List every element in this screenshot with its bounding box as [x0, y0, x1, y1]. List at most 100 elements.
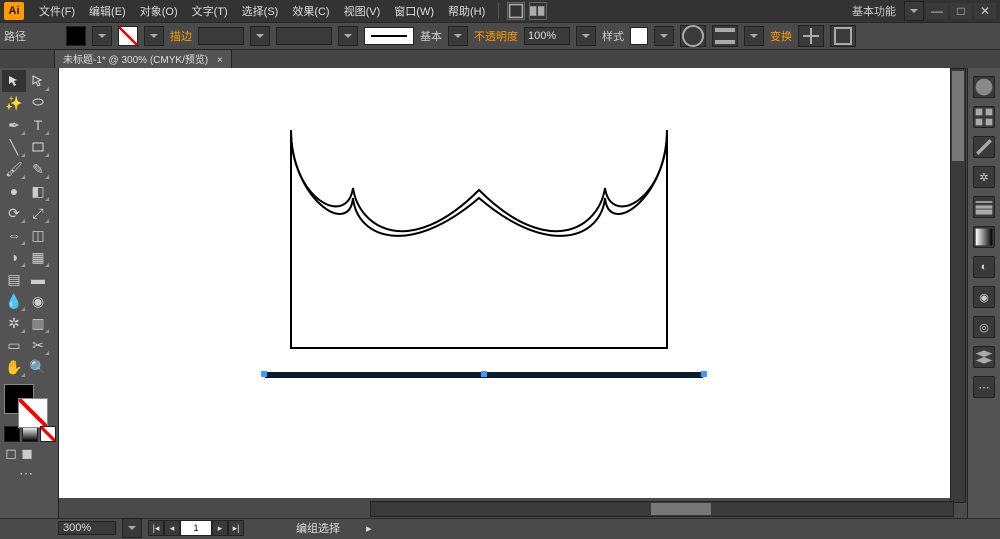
- canvas-area[interactable]: [59, 68, 967, 519]
- panel-graphic-styles-icon[interactable]: ◎: [973, 316, 995, 338]
- brush-dropdown-icon[interactable]: [448, 26, 468, 46]
- zoom-dropdown-icon[interactable]: [122, 518, 142, 538]
- first-artboard-button[interactable]: |◂: [148, 520, 164, 536]
- panel-transparency-icon[interactable]: ◐: [973, 256, 995, 278]
- artboard[interactable]: [59, 68, 959, 498]
- menu-edit[interactable]: 编辑(E): [82, 0, 133, 22]
- direct-selection-tool[interactable]: [26, 70, 50, 92]
- panel-appearance-icon[interactable]: ◉: [973, 286, 995, 308]
- color-mode-solid[interactable]: [4, 426, 20, 442]
- window-close-button[interactable]: ✕: [974, 3, 996, 19]
- style-swatch[interactable]: [630, 27, 648, 45]
- graph-tool[interactable]: ▥: [26, 312, 50, 334]
- eraser-tool[interactable]: ◧: [26, 180, 50, 202]
- tab-close-icon[interactable]: ×: [217, 55, 223, 66]
- align-dropdown-icon[interactable]: [744, 26, 764, 46]
- zoom-input[interactable]: 300%: [58, 521, 116, 535]
- arrange-icon[interactable]: [529, 2, 547, 20]
- stroke-dropdown-icon[interactable]: [144, 26, 164, 46]
- opacity-input[interactable]: 100%: [524, 27, 570, 45]
- profile-dropdown-icon[interactable]: [338, 26, 358, 46]
- stroke-swatch[interactable]: [118, 26, 138, 46]
- artboard-tool[interactable]: ▭: [2, 334, 26, 356]
- width-tool[interactable]: ⇔: [2, 224, 26, 246]
- panel-more-icon[interactable]: ⋯: [973, 376, 995, 398]
- vertical-scroll-thumb[interactable]: [952, 71, 964, 161]
- panel-layers-icon[interactable]: [973, 346, 995, 368]
- panel-gradient-icon[interactable]: [973, 226, 995, 248]
- toolbox-options-icon[interactable]: ⋯: [2, 462, 50, 484]
- horizontal-scrollbar[interactable]: [370, 501, 954, 517]
- eyedropper-tool[interactable]: 💧: [2, 290, 26, 312]
- panel-swatches-icon[interactable]: [973, 106, 995, 128]
- menu-file[interactable]: 文件(F): [32, 0, 82, 22]
- workspace-switcher[interactable]: 基本功能: [844, 3, 904, 19]
- edit-clip-icon[interactable]: [830, 25, 856, 47]
- fill-stroke-picker[interactable]: [2, 382, 52, 424]
- fill-swatch[interactable]: [66, 26, 86, 46]
- stroke-weight-input[interactable]: [198, 27, 244, 45]
- screen-mode-normal[interactable]: ◻: [4, 446, 18, 460]
- perspective-tool[interactable]: ▦: [26, 246, 50, 268]
- selection-tool[interactable]: [2, 70, 26, 92]
- prev-artboard-button[interactable]: ◂: [164, 520, 180, 536]
- menu-effect[interactable]: 效果(C): [285, 0, 336, 22]
- pen-tool[interactable]: ✒: [2, 114, 26, 136]
- last-artboard-button[interactable]: ▸|: [228, 520, 244, 536]
- transform-label[interactable]: 变换: [770, 28, 792, 44]
- horizontal-scroll-thumb[interactable]: [651, 503, 711, 515]
- panel-stroke-icon[interactable]: [973, 196, 995, 218]
- free-transform-tool[interactable]: ◫: [26, 224, 50, 246]
- fill-dropdown-icon[interactable]: [92, 26, 112, 46]
- mesh-tool[interactable]: ▤: [2, 268, 26, 290]
- color-mode-gradient[interactable]: [22, 426, 38, 442]
- type-tool[interactable]: T: [26, 114, 50, 136]
- window-maximize-button[interactable]: □: [950, 3, 972, 19]
- next-artboard-button[interactable]: ▸: [212, 520, 228, 536]
- isolate-icon[interactable]: [798, 25, 824, 47]
- hand-tool[interactable]: ✋: [2, 356, 26, 378]
- menu-select[interactable]: 选择(S): [235, 0, 286, 22]
- gradient-tool[interactable]: ▬: [26, 268, 50, 290]
- status-dropdown-icon[interactable]: ▸: [366, 522, 372, 535]
- vertical-scrollbar[interactable]: [950, 68, 966, 503]
- panel-color-icon[interactable]: [973, 76, 995, 98]
- shape-builder-tool[interactable]: ◑: [2, 246, 26, 268]
- pencil-tool[interactable]: ✎: [26, 158, 50, 180]
- rectangle-tool[interactable]: [26, 136, 50, 158]
- opacity-label[interactable]: 不透明度: [474, 28, 518, 44]
- brush-preview[interactable]: [364, 27, 414, 45]
- profile-input[interactable]: [276, 27, 332, 45]
- symbol-sprayer-tool[interactable]: ✲: [2, 312, 26, 334]
- stroke-color-icon[interactable]: [18, 398, 48, 428]
- panel-symbols-icon[interactable]: ✲: [973, 166, 995, 188]
- menu-object[interactable]: 对象(O): [133, 0, 185, 22]
- brush-tool[interactable]: 🖌: [2, 158, 26, 180]
- align-icon[interactable]: [712, 25, 738, 47]
- blob-brush-tool[interactable]: ●: [2, 180, 26, 202]
- zoom-tool[interactable]: 🔍: [26, 356, 50, 378]
- opacity-dropdown-icon[interactable]: [576, 26, 596, 46]
- window-minimize-button[interactable]: —: [926, 3, 948, 19]
- menu-help[interactable]: 帮助(H): [441, 0, 492, 22]
- menu-type[interactable]: 文字(T): [185, 0, 235, 22]
- magic-wand-tool[interactable]: ✨: [2, 92, 26, 114]
- panel-brushes-icon[interactable]: [973, 136, 995, 158]
- document-tab[interactable]: 未标题-1* @ 300% (CMYK/预览) ×: [54, 49, 232, 70]
- menu-view[interactable]: 视图(V): [337, 0, 388, 22]
- slice-tool[interactable]: ✂: [26, 334, 50, 356]
- stroke-label[interactable]: 描边: [170, 28, 192, 44]
- color-mode-none[interactable]: [40, 426, 56, 442]
- selected-line-object[interactable]: [259, 368, 709, 382]
- rotate-tool[interactable]: ⟳: [2, 202, 26, 224]
- blend-tool[interactable]: ◉: [26, 290, 50, 312]
- screen-mode-full[interactable]: ◼: [20, 446, 34, 460]
- line-tool[interactable]: ╲: [2, 136, 26, 158]
- menu-window[interactable]: 窗口(W): [387, 0, 441, 22]
- recolor-icon[interactable]: [680, 25, 706, 47]
- stroke-weight-dropdown-icon[interactable]: [250, 26, 270, 46]
- style-dropdown-icon[interactable]: [654, 26, 674, 46]
- lasso-tool[interactable]: [26, 92, 50, 114]
- artboard-number-input[interactable]: 1: [180, 520, 212, 536]
- layout-icon[interactable]: [507, 2, 525, 20]
